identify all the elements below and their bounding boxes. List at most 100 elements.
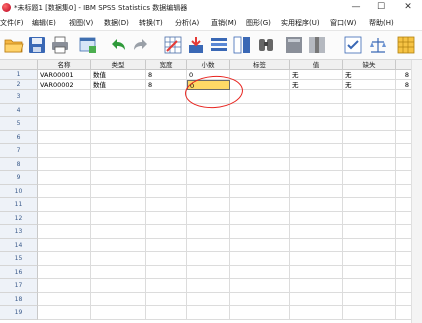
cell-values[interactable]: 无 <box>290 80 343 90</box>
empty-cell[interactable] <box>230 225 290 239</box>
empty-cell[interactable] <box>396 157 412 171</box>
empty-cell[interactable] <box>91 157 146 171</box>
cell-columns[interactable]: 8 <box>396 80 412 90</box>
empty-cell[interactable] <box>290 184 343 198</box>
empty-cell[interactable] <box>396 306 412 320</box>
empty-cell[interactable] <box>396 225 412 239</box>
empty-cell[interactable] <box>290 171 343 185</box>
find-icon[interactable] <box>256 35 276 55</box>
empty-cell[interactable] <box>230 130 290 144</box>
open-folder-icon[interactable] <box>4 35 24 55</box>
empty-cell[interactable] <box>146 279 187 293</box>
row-header[interactable]: 13 <box>0 225 38 239</box>
empty-cell[interactable] <box>187 306 230 320</box>
menu-utilities[interactable]: 实用程序(U) <box>281 18 320 28</box>
empty-cell[interactable] <box>396 279 412 293</box>
empty-cell[interactable] <box>91 292 146 306</box>
empty-cell[interactable] <box>187 130 230 144</box>
empty-cell[interactable] <box>230 306 290 320</box>
empty-cell[interactable] <box>343 279 396 293</box>
row-header[interactable]: 12 <box>0 211 38 225</box>
empty-cell[interactable] <box>187 265 230 279</box>
empty-cell[interactable] <box>146 103 187 117</box>
empty-cell[interactable] <box>343 184 396 198</box>
column-header-width[interactable]: 宽度 <box>146 60 187 70</box>
empty-cell[interactable] <box>38 90 91 104</box>
empty-cell[interactable] <box>146 238 187 252</box>
cell-values[interactable]: 无 <box>290 70 343 80</box>
empty-cell[interactable] <box>91 279 146 293</box>
empty-cell[interactable] <box>91 225 146 239</box>
menu-data[interactable]: 数据(D) <box>104 18 129 28</box>
empty-cell[interactable] <box>91 144 146 158</box>
row-header[interactable]: 10 <box>0 184 38 198</box>
select-cases-icon[interactable] <box>343 35 363 55</box>
empty-cell[interactable] <box>146 198 187 212</box>
menu-edit[interactable]: 编辑(E) <box>32 18 56 28</box>
row-header[interactable]: 4 <box>0 103 38 117</box>
maximize-button[interactable]: ☐ <box>371 1 391 14</box>
empty-cell[interactable] <box>396 171 412 185</box>
empty-cell[interactable] <box>187 171 230 185</box>
weight-cases-icon[interactable] <box>368 35 388 55</box>
empty-cell[interactable] <box>187 198 230 212</box>
empty-cell[interactable] <box>290 238 343 252</box>
empty-cell[interactable] <box>187 279 230 293</box>
empty-cell[interactable] <box>187 252 230 266</box>
empty-cell[interactable] <box>343 252 396 266</box>
cell-width[interactable]: 8 <box>146 70 187 80</box>
cell-missing[interactable]: 无 <box>343 70 396 80</box>
empty-cell[interactable] <box>230 184 290 198</box>
empty-cell[interactable] <box>290 103 343 117</box>
empty-cell[interactable] <box>38 292 91 306</box>
empty-cell[interactable] <box>91 265 146 279</box>
cell-name[interactable]: VAR00002 <box>38 80 91 90</box>
row-header[interactable]: 8 <box>0 157 38 171</box>
empty-cell[interactable] <box>396 238 412 252</box>
empty-cell[interactable] <box>38 171 91 185</box>
split-file-icon[interactable] <box>232 35 252 55</box>
empty-cell[interactable] <box>91 211 146 225</box>
empty-cell[interactable] <box>146 211 187 225</box>
empty-cell[interactable] <box>91 103 146 117</box>
value-labels-icon[interactable] <box>396 35 416 55</box>
minimize-button[interactable]: — <box>346 1 366 14</box>
empty-cell[interactable] <box>290 144 343 158</box>
empty-cell[interactable] <box>343 90 396 104</box>
empty-cell[interactable] <box>396 265 412 279</box>
empty-cell[interactable] <box>343 238 396 252</box>
empty-cell[interactable] <box>91 90 146 104</box>
row-header[interactable]: 14 <box>0 238 38 252</box>
cell-label[interactable] <box>230 70 290 80</box>
cell-columns[interactable]: 8 <box>396 70 412 80</box>
empty-cell[interactable] <box>290 90 343 104</box>
empty-cell[interactable] <box>146 184 187 198</box>
empty-cell[interactable] <box>290 130 343 144</box>
row-header[interactable]: 19 <box>0 306 38 320</box>
empty-cell[interactable] <box>290 265 343 279</box>
empty-cell[interactable] <box>230 144 290 158</box>
empty-cell[interactable] <box>343 171 396 185</box>
empty-cell[interactable] <box>146 265 187 279</box>
empty-cell[interactable] <box>187 157 230 171</box>
menu-direct-marketing[interactable]: 直销(M) <box>211 18 237 28</box>
column-header-columns[interactable] <box>396 60 412 70</box>
row-header[interactable]: 15 <box>0 252 38 266</box>
menu-file[interactable]: 文件(F) <box>0 18 24 28</box>
empty-cell[interactable] <box>38 225 91 239</box>
empty-cell[interactable] <box>38 130 91 144</box>
empty-cell[interactable] <box>230 157 290 171</box>
empty-cell[interactable] <box>396 211 412 225</box>
empty-cell[interactable] <box>396 144 412 158</box>
column-header-name[interactable]: 名称 <box>38 60 91 70</box>
save-icon[interactable] <box>27 35 47 55</box>
empty-cell[interactable] <box>91 198 146 212</box>
empty-cell[interactable] <box>343 144 396 158</box>
empty-cell[interactable] <box>343 198 396 212</box>
empty-cell[interactable] <box>146 252 187 266</box>
empty-cell[interactable] <box>343 157 396 171</box>
empty-cell[interactable] <box>290 252 343 266</box>
empty-cell[interactable] <box>146 292 187 306</box>
empty-cell[interactable] <box>187 144 230 158</box>
empty-cell[interactable] <box>38 103 91 117</box>
